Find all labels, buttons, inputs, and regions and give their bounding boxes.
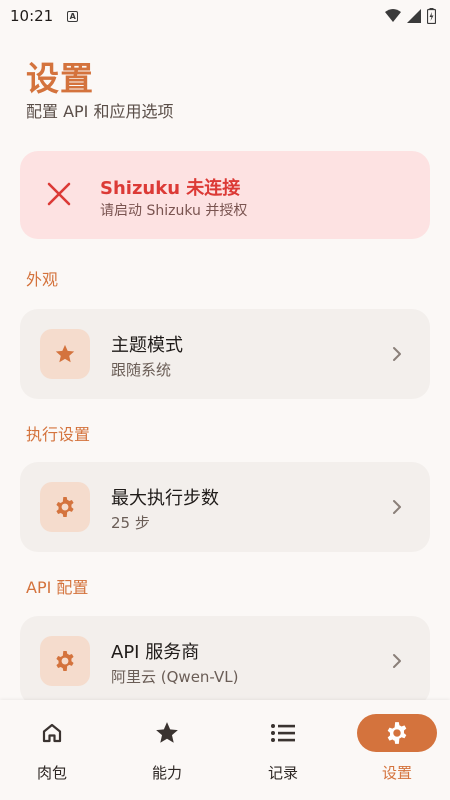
section-label-execution: 执行设置 (26, 425, 91, 444)
setting-icon-box (40, 482, 90, 532)
nav-icon-wrap (357, 714, 437, 752)
nav-item-abilities[interactable]: 能力 (122, 714, 212, 784)
status-time: 10:21 (10, 7, 54, 25)
gear-icon (56, 497, 74, 517)
star-icon (156, 722, 178, 743)
home-icon (42, 723, 62, 743)
setting-value: 25 步 (111, 514, 150, 532)
status-icons (385, 8, 436, 24)
alert-title: Shizuku 未连接 (100, 178, 241, 199)
nav-icon-wrap (243, 714, 323, 752)
list-icon (271, 724, 295, 742)
bottom-nav: 肉包 能力 记录 设置 (0, 700, 450, 800)
nav-icon-wrap (127, 714, 207, 752)
chevron-right-icon (393, 500, 401, 514)
section-label-api: API 配置 (26, 578, 89, 597)
page-title: 设置 (26, 59, 94, 98)
signal-icon (407, 9, 421, 23)
nav-label: 记录 (267, 764, 298, 782)
section-label-appearance: 外观 (26, 270, 59, 289)
setting-icon-box (40, 636, 90, 686)
setting-value: 跟随系统 (111, 361, 172, 379)
gear-icon (387, 722, 407, 744)
wifi-icon (385, 9, 401, 22)
setting-title: API 服务商 (111, 642, 200, 663)
nav-icon-wrap (12, 714, 92, 752)
a-icon: A (67, 10, 79, 22)
battery-icon (427, 8, 436, 24)
nav-item-settings[interactable]: 设置 (352, 714, 442, 784)
nav-item-records[interactable]: 记录 (238, 714, 328, 784)
chevron-right-icon (393, 347, 401, 361)
setting-title: 主题模式 (111, 335, 183, 356)
setting-icon-box (40, 329, 90, 379)
chevron-right-icon (393, 654, 401, 668)
setting-value: 阿里云 (Qwen-VL) (111, 668, 239, 686)
nav-label: 设置 (381, 764, 412, 782)
nav-label: 能力 (151, 764, 182, 782)
api-provider-setting[interactable]: API 服务商 阿里云 (Qwen-VL) (20, 616, 430, 706)
alert-message: 请启动 Shizuku 并授权 (100, 203, 248, 219)
close-icon (47, 182, 71, 206)
nav-item-home[interactable]: 肉包 (7, 714, 97, 784)
star-icon (55, 344, 75, 363)
nav-label: 肉包 (36, 764, 67, 782)
page-subtitle: 配置 API 和应用选项 (26, 102, 174, 121)
theme-mode-setting[interactable]: 主题模式 跟随系统 (20, 309, 430, 399)
status-bar: 10:21 A (0, 0, 450, 32)
max-steps-setting[interactable]: 最大执行步数 25 步 (20, 462, 430, 552)
gear-icon (56, 651, 74, 671)
setting-title: 最大执行步数 (111, 488, 219, 509)
